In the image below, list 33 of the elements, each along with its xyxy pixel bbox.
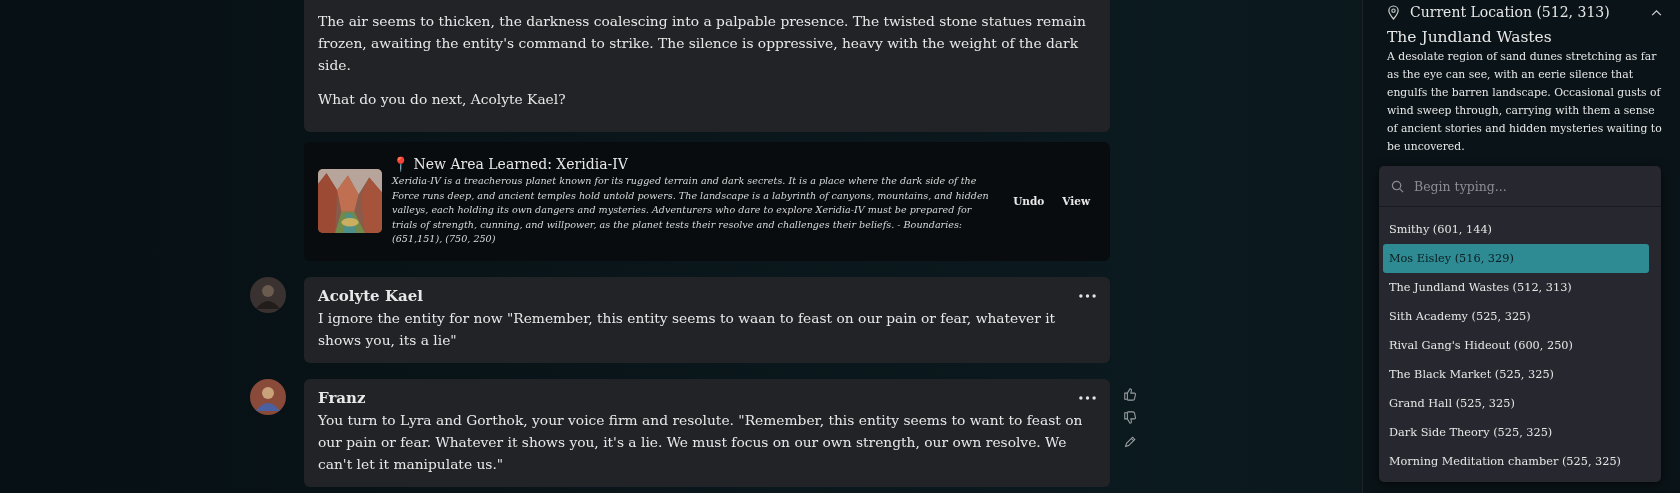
notice-title: 📍 New Area Learned: Xeridia-IV — [392, 156, 629, 172]
location-description: A desolate region of sand dunes stretching as far as the eye can see, with an eerie silence that engulfs the barren landscape. Occasional gusts of wind sweep through, carrying with them a sense of ancient stories and hidden mysteries waiting to be uncovered. — [1387, 49, 1662, 155]
panel-header: Current Location (512, 313) — [1410, 4, 1611, 20]
message-text: I ignore the entity for now "Remember, this entity seems to waan to feast on our pain or fear, whatever it shows you, its a lie" — [318, 308, 1057, 350]
thumbs-down-icon[interactable] — [1123, 410, 1137, 425]
location-option[interactable]: The Black Market (525, 325) — [1383, 360, 1649, 389]
location-name: The Jundland Wastes — [1387, 28, 1553, 46]
narration-text: What do you do next, Acolyte Kael? — [318, 90, 567, 109]
location-option[interactable]: The Jundland Wastes (512, 313) — [1383, 273, 1649, 302]
notice-action-button[interactable]: Undo — [1007, 191, 1051, 212]
avatar-icon — [250, 378, 286, 415]
thumbs-up-icon[interactable] — [1123, 386, 1137, 401]
location-option[interactable]: Grand Hall (525, 325) — [1383, 389, 1649, 418]
location-option[interactable]: Mos Eisley (516, 329) — [1383, 244, 1649, 273]
notice-action-button[interactable]: View — [1056, 191, 1096, 212]
chevron-icon[interactable] — [1651, 8, 1662, 16]
narration-text: The air seems to thicken, the darkness coalescing into a palpable presence. The twisted stone statues remain frozen, awaiting the entity's command to strike. The silence is oppressive, heavy with the weight of the dark side. — [318, 12, 1087, 75]
location-option[interactable]: Smithy (601, 144) — [1383, 215, 1649, 244]
location-option[interactable]: Rival Gang's Hideout (600, 250) — [1383, 331, 1649, 360]
location-option[interactable]: Sith Academy (525, 325) — [1383, 302, 1649, 331]
map-pin-icon — [1387, 4, 1400, 20]
more-icon[interactable] — [1079, 293, 1096, 298]
area-description: Xeridia-IV is a treacherous planet known for its rugged terrain and dark secrets. It is a place where the dark side of the Force runs deep, and ancient temples hold untold powers. The landscape is a labyrinth of canyons, mountains, and hidden valleys, each holding its own dangers and mysteries. Adventurers who dare to explore Xeridia-IV must be prepared for trials of strength, cunning, and willpower, as the planet tests their resolve and challenges their beliefs. - Boundaries: (651,151), (750, 250) — [392, 174, 990, 247]
message-text: You turn to Lyra and Gorthok, your voice firm and resolute. "Remember, this entity seems to want to feast on our pain or fear. Whatever it shows you, it's a lie. We must focus on our own strength, our own resolve. We can't let it manipulate us." — [318, 410, 1084, 474]
pencil-icon[interactable] — [1123, 434, 1137, 449]
search-field[interactable]: Begin typing... — [1412, 177, 1636, 195]
location-option[interactable]: Morning Meditation chamber (525, 325) — [1383, 447, 1649, 476]
avatar-icon — [250, 276, 286, 313]
location-option[interactable]: Dark Side Theory (525, 325) — [1383, 418, 1649, 447]
more-icon[interactable] — [1079, 395, 1096, 400]
author-name: Franz — [318, 388, 366, 407]
search-icon — [1391, 179, 1404, 193]
author-name: Acolyte Kael — [318, 286, 423, 305]
